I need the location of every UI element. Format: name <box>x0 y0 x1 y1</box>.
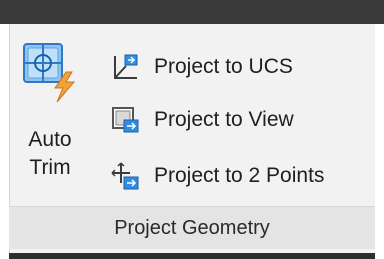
project-to-view-label: Project to View <box>154 108 294 131</box>
project-to-ucs-label: Project to UCS <box>154 55 293 78</box>
panel-title: Project Geometry <box>114 216 270 239</box>
panel-right-edge <box>375 24 384 259</box>
project-to-ucs-icon <box>110 52 140 82</box>
project-to-2-points-label: Project to 2 Points <box>154 164 325 187</box>
ribbon-top-bar <box>0 0 384 24</box>
project-to-2-points-button[interactable]: Project to 2 Points <box>110 158 372 194</box>
auto-trim-label-line2: Trim <box>29 156 71 179</box>
project-to-2-points-icon <box>110 161 140 191</box>
project-to-view-icon <box>110 105 140 135</box>
project-to-view-button[interactable]: Project to View <box>110 102 372 138</box>
bottom-strip <box>9 253 375 259</box>
auto-trim-button[interactable]: Auto Trim <box>12 40 88 188</box>
auto-trim-icon <box>22 42 80 104</box>
auto-trim-label-line1: Auto <box>28 128 72 151</box>
project-to-ucs-button[interactable]: Project to UCS <box>110 49 372 85</box>
panel-title-bar[interactable]: Project Geometry <box>9 206 375 249</box>
